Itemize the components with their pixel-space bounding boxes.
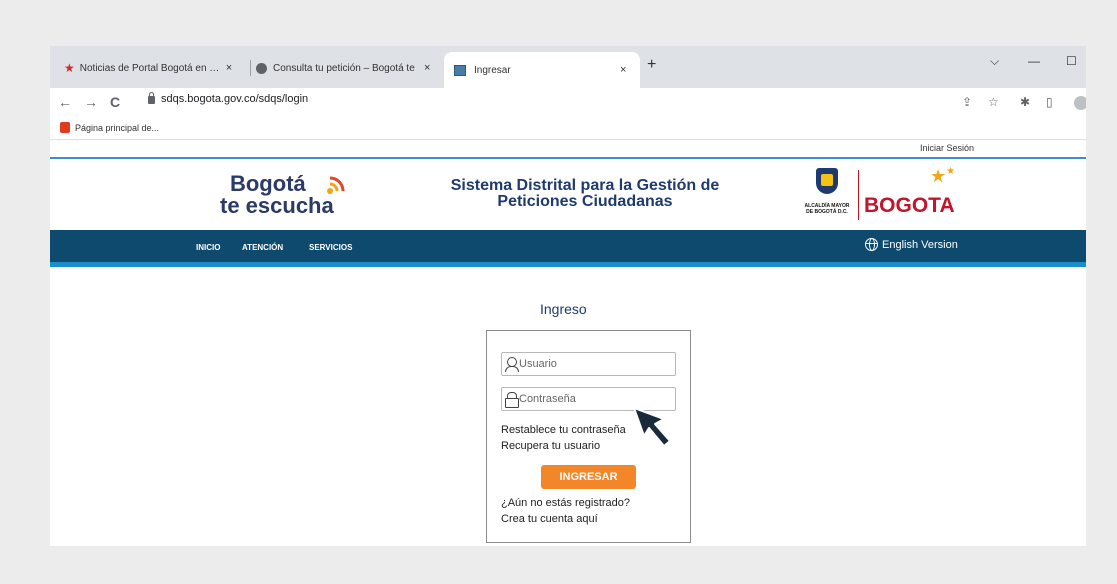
- alcaldia-text: ALCALDÍA MAYOR DE BOGOTÁ D.C.: [804, 203, 850, 215]
- padlock-icon: [504, 392, 519, 408]
- maximize-icon[interactable]: ☐: [1066, 54, 1077, 68]
- lock-icon: [148, 92, 155, 104]
- create-account-link[interactable]: Crea tu cuenta aquí: [501, 513, 598, 525]
- bookmarks-bar: Página principal de...: [50, 118, 1086, 140]
- browser-window: ★ Noticias de Portal Bogotá en Bog × Con…: [50, 46, 1086, 546]
- user-icon: [504, 357, 519, 372]
- top-login-bar: Iniciar Sesión: [50, 140, 1086, 159]
- tab-ingresar[interactable]: Ingresar ×: [444, 52, 640, 88]
- ingresar-button[interactable]: INGRESAR: [541, 465, 636, 489]
- close-tab-icon[interactable]: ×: [424, 62, 430, 74]
- username-field[interactable]: [501, 352, 676, 376]
- url-text: sdqs.bogota.gov.co/sdqs/login: [161, 93, 309, 105]
- new-tab-button[interactable]: +: [647, 56, 656, 74]
- nav-atencion[interactable]: ATENCIÓN: [242, 243, 283, 252]
- share-icon[interactable]: ⇪: [962, 95, 972, 109]
- tab-title: Noticias de Portal Bogotá en Bog: [79, 62, 220, 74]
- forward-icon[interactable]: →: [84, 94, 98, 110]
- english-version-label: English Version: [882, 238, 958, 251]
- site-title: Sistema Distrital para la Gestión de Pet…: [435, 178, 735, 210]
- globe-icon: [865, 238, 878, 251]
- page-content: Iniciar Sesión Bogotá te escucha Sistema…: [50, 140, 1086, 546]
- address-bar[interactable]: sdqs.bogota.gov.co/sdqs/login: [148, 92, 309, 105]
- logo-line1: Bogotá: [229, 171, 306, 196]
- profile-icon[interactable]: [1074, 96, 1086, 110]
- minimize-icon[interactable]: —: [1028, 54, 1040, 68]
- office-icon: [60, 122, 70, 133]
- side-panel-icon[interactable]: ▯: [1046, 95, 1053, 109]
- bookmark-star-icon[interactable]: ☆: [988, 95, 999, 109]
- close-tab-icon[interactable]: ×: [620, 64, 626, 76]
- reset-password-link[interactable]: Restablece tu contraseña: [501, 424, 626, 436]
- iniciar-sesion-link[interactable]: Iniciar Sesión: [920, 143, 974, 153]
- bookmark-item[interactable]: Página principal de...: [60, 122, 159, 133]
- star-favicon-icon: ★: [64, 61, 75, 75]
- username-input[interactable]: [519, 358, 669, 370]
- logo-line2: te escucha: [220, 193, 334, 218]
- stars-icon: ★★: [930, 166, 956, 186]
- extensions-icon[interactable]: ✱: [1020, 95, 1030, 109]
- page-favicon-icon: [454, 64, 466, 76]
- signal-icon: [327, 176, 345, 194]
- recover-user-link[interactable]: Recupera tu usuario: [501, 440, 600, 452]
- alcaldia-logo: ALCALDÍA MAYOR DE BOGOTÁ D.C.: [804, 166, 850, 226]
- nav-inicio[interactable]: INICIO: [196, 243, 220, 252]
- tab-search-icon[interactable]: ⌵: [990, 54, 999, 69]
- globe-favicon-icon: [256, 62, 267, 74]
- main-navbar: INICIO ATENCIÓN SERVICIOS English Versio…: [50, 230, 1086, 267]
- password-input[interactable]: [519, 393, 669, 405]
- not-registered-text: ¿Aún no estás registrado?: [501, 497, 631, 509]
- alcaldia-line2: DE BOGOTÁ D.C.: [806, 209, 848, 215]
- bogota-te-escucha-logo[interactable]: Bogotá te escucha: [220, 171, 345, 218]
- close-tab-icon[interactable]: ×: [226, 62, 232, 74]
- mouse-pointer-icon: [633, 407, 671, 447]
- bogota-logo: BOGOTA: [864, 194, 955, 217]
- browser-toolbar: ← → C sdqs.bogota.gov.co/sdqs/login ⇪ ☆ …: [50, 88, 1086, 118]
- site-title-line2: Peticiones Ciudadanas: [497, 193, 673, 210]
- bookmark-label: Página principal de...: [75, 122, 160, 133]
- tab-separator: [250, 60, 251, 76]
- logo-divider: [858, 170, 859, 220]
- nav-servicios[interactable]: SERVICIOS: [309, 243, 352, 252]
- tab-title: Consulta tu petición – Bogotá te: [273, 62, 415, 74]
- login-heading: Ingreso: [540, 301, 587, 317]
- tab-title: Ingresar: [474, 64, 511, 76]
- shield-icon: [816, 168, 838, 194]
- back-icon[interactable]: ←: [58, 94, 72, 110]
- english-version-link[interactable]: English Version: [865, 238, 958, 251]
- tab-noticias[interactable]: ★ Noticias de Portal Bogotá en Bog ×: [64, 56, 246, 80]
- reload-icon[interactable]: C: [110, 94, 120, 110]
- tab-strip: ★ Noticias de Portal Bogotá en Bog × Con…: [50, 46, 1086, 88]
- site-title-line1: Sistema Distrital para la Gestión de: [450, 177, 720, 194]
- tab-consulta[interactable]: Consulta tu petición – Bogotá te ×: [256, 56, 441, 80]
